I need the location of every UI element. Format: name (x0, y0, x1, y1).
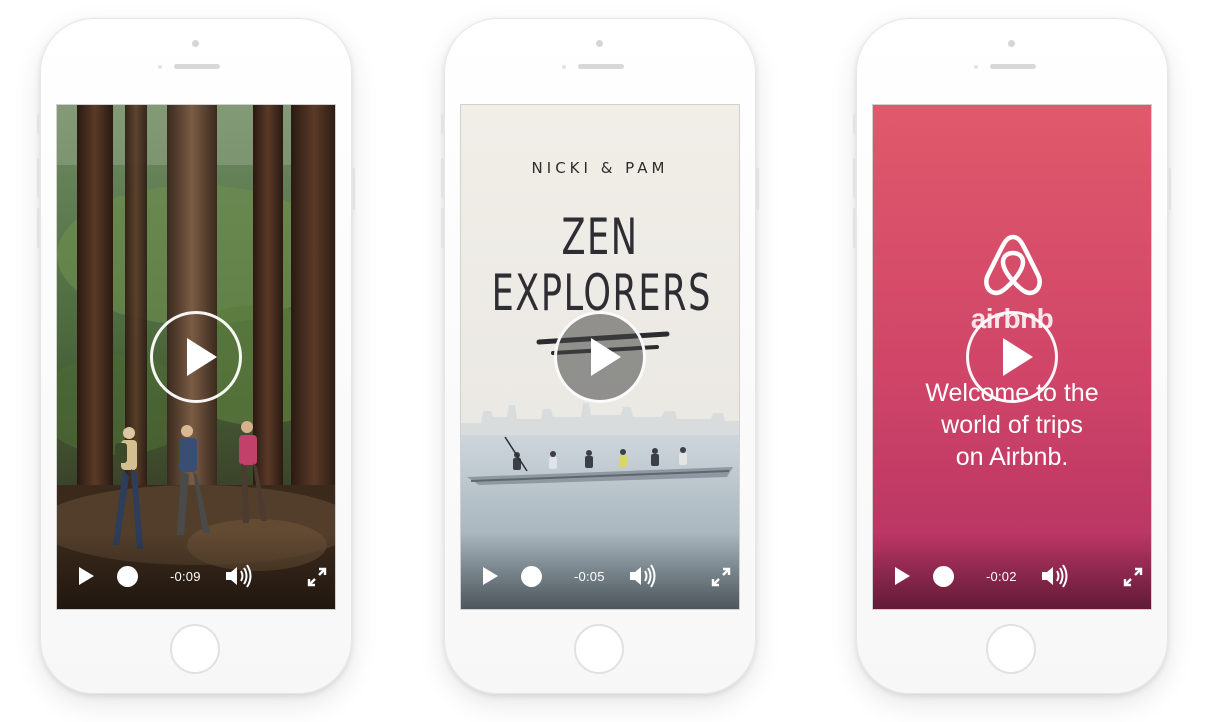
volume-up-button (853, 158, 856, 198)
video-subtitle: NICKI & PAM (531, 159, 669, 177)
mute-switch (853, 114, 856, 134)
progress-knob[interactable] (521, 566, 542, 587)
player-controls: -0:02 (873, 533, 1151, 609)
home-button[interactable] (574, 624, 624, 674)
front-camera (596, 40, 603, 47)
front-camera (192, 40, 199, 47)
play-icon[interactable] (79, 567, 94, 585)
mute-switch (441, 114, 444, 134)
phone-airbnb: airbnb Welcome to the world of trips on … (853, 18, 1171, 694)
progress-knob[interactable] (933, 566, 954, 587)
proximity-sensor (974, 65, 978, 69)
video-player-zen[interactable]: NICKI & PAM ZEN EXPLORERS -0:05 (460, 104, 740, 610)
time-remaining: -0:02 (986, 569, 1017, 584)
phone-forest: -0:09 (37, 18, 355, 694)
airbnb-logo-icon (984, 234, 1042, 296)
progress-knob[interactable] (117, 566, 138, 587)
video-player-forest[interactable]: -0:09 (56, 104, 336, 610)
center-play-button[interactable] (554, 311, 646, 403)
volume-up-button (441, 158, 444, 198)
volume-down-button (853, 208, 856, 248)
fullscreen-icon[interactable] (711, 567, 731, 587)
volume-up-button (37, 158, 40, 198)
volume-icon[interactable] (1040, 563, 1070, 589)
power-button (756, 168, 759, 210)
fullscreen-icon[interactable] (307, 567, 327, 587)
front-camera (1008, 40, 1015, 47)
proximity-sensor (562, 65, 566, 69)
power-button (352, 168, 355, 210)
volume-icon[interactable] (628, 563, 658, 589)
play-icon[interactable] (895, 567, 910, 585)
center-play-button[interactable] (150, 311, 242, 403)
home-button[interactable] (986, 624, 1036, 674)
play-icon[interactable] (483, 567, 498, 585)
stage: -0:09 NICKI & PAM ZEN EXPLORERS -0:05 ai… (0, 0, 1217, 722)
fullscreen-icon[interactable] (1123, 567, 1143, 587)
welcome-message: Welcome to the world of trips on Airbnb. (925, 379, 1099, 471)
power-button (1168, 168, 1171, 210)
volume-down-button (441, 208, 444, 248)
phone-zen: NICKI & PAM ZEN EXPLORERS -0:05 (441, 18, 759, 694)
volume-down-button (37, 208, 40, 248)
play-icon (187, 338, 217, 376)
earpiece-speaker (174, 64, 220, 69)
time-remaining: -0:05 (574, 569, 605, 584)
play-icon (1003, 338, 1033, 376)
earpiece-speaker (578, 64, 624, 69)
player-controls: -0:09 (57, 533, 335, 609)
mute-switch (37, 114, 40, 134)
time-remaining: -0:09 (170, 569, 201, 584)
proximity-sensor (158, 65, 162, 69)
video-title: ZEN EXPLORERS (491, 208, 712, 322)
home-button[interactable] (170, 624, 220, 674)
volume-icon[interactable] (224, 563, 254, 589)
player-controls: -0:05 (461, 533, 739, 609)
play-icon (591, 338, 621, 376)
video-player-airbnb[interactable]: airbnb Welcome to the world of trips on … (872, 104, 1152, 610)
earpiece-speaker (990, 64, 1036, 69)
